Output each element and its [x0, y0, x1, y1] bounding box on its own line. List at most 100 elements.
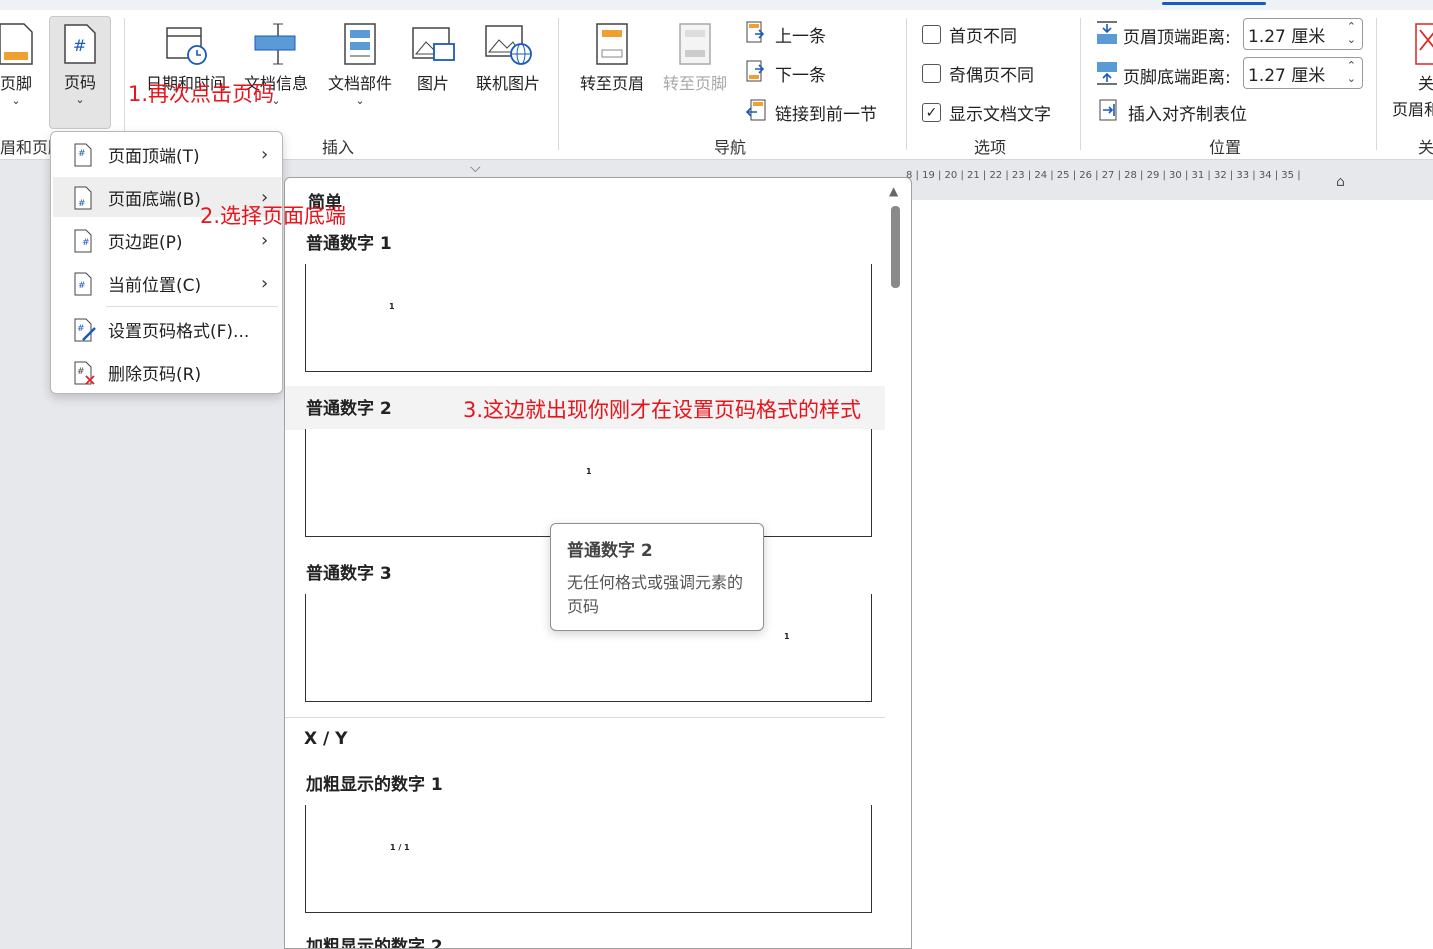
gallery-section-divider [285, 717, 885, 718]
preview-page-number: 1 [784, 632, 790, 641]
diff-odd-even-checkbox[interactable] [922, 64, 941, 83]
active-tab-indicator [1162, 2, 1266, 5]
document-page[interactable] [912, 200, 1433, 949]
goto-header-label: 转至页眉 [579, 74, 644, 93]
show-doc-text-label: 显示文档文字 [949, 105, 1051, 125]
menu-item-label: 页面顶端(T) [108, 146, 200, 167]
group-separator [1080, 18, 1081, 150]
close-label-line2: 页眉和 [1392, 100, 1433, 119]
menu-item-remove-page-numbers[interactable]: # 删除页码(R) [53, 352, 281, 392]
current-position-number-icon: # [73, 272, 93, 301]
goto-header-button[interactable]: 转至页眉 [572, 22, 652, 94]
svg-text:#: # [82, 238, 90, 248]
menu-item-top-of-page[interactable]: # 页面顶端(T) › [53, 134, 281, 174]
insert-group-label: 插入 [322, 138, 355, 157]
doc-parts-icon [320, 22, 400, 70]
show-doc-text-checkbox[interactable]: ✓ [922, 103, 941, 122]
diff-first-page-option[interactable]: 首页不同 [922, 22, 1017, 47]
svg-text:#: # [73, 36, 86, 55]
next-button[interactable]: 下一条 [745, 59, 826, 88]
ruler-indent-marker[interactable]: ⌵ [470, 160, 481, 176]
chevron-down-icon: ⌄ [355, 94, 365, 107]
doc-parts-button[interactable]: 文档部件 ⌄ [320, 22, 400, 107]
menu-item-label: 页边距(P) [108, 232, 183, 253]
chevron-right-icon: › [261, 143, 269, 165]
menu-item-current-position[interactable]: # 当前位置(C) › [53, 263, 281, 303]
diff-odd-even-option[interactable]: 奇偶页不同 [922, 61, 1034, 86]
menu-item-label: 删除页码(R) [108, 364, 202, 385]
footer-bottom-spinner[interactable]: 1.27 厘米 ⌃ ⌄ [1243, 57, 1363, 89]
chevron-down-icon: ⌄ [75, 93, 85, 106]
header-top-label: 页眉顶端距离: [1123, 28, 1231, 48]
ruler-tab-marker[interactable]: ⌂ [1336, 174, 1345, 190]
spinner-arrows-icon[interactable]: ⌃ ⌄ [1347, 20, 1356, 46]
next-icon [745, 59, 767, 88]
footer-bottom-value[interactable]: 1.27 厘米 [1248, 61, 1325, 86]
group-separator [1376, 18, 1377, 150]
link-previous-icon [745, 98, 767, 127]
menu-item-label: 页面底端(B) [108, 189, 201, 210]
header-top-distance-row: 页眉顶端距离: [1095, 20, 1231, 51]
options-group-label: 选项 [974, 138, 1007, 157]
page-number-button[interactable]: # 页码 ⌄ [49, 16, 111, 129]
page-number-menu: # 页面顶端(T) › # 页面底端(B) › # 页边距(P) › # 当前位… [50, 131, 283, 394]
menu-item-label: 当前位置(C) [108, 275, 202, 296]
scrollbar-thumb[interactable] [891, 206, 900, 288]
annotation-step-2: 2.选择页面底端 [200, 204, 347, 228]
annotation-step-3: 3.这边就出现你刚才在设置页码格式的样式 [463, 398, 862, 422]
horizontal-ruler[interactable]: 8 | 19 | 20 | 21 | 22 | 23 | 24 | 25 | 2… [906, 170, 1433, 190]
svg-text:#: # [77, 324, 85, 334]
previous-button[interactable]: 上一条 [745, 20, 826, 49]
footer-button[interactable]: 页脚 ⌄ [0, 22, 38, 107]
annotation-step-1: 1.再次点击页码 [128, 82, 275, 106]
format-page-number-icon: # [73, 318, 97, 347]
preview-page-number: 1 [389, 302, 395, 311]
remove-page-number-icon: # [73, 361, 97, 390]
online-picture-button[interactable]: 联机图片 [468, 22, 548, 94]
gallery-item-title: 加粗显示的数字 1 [306, 775, 443, 795]
svg-text:#: # [78, 199, 86, 209]
goto-header-icon [572, 22, 652, 70]
page-bottom-number-icon: # [73, 186, 93, 215]
gallery-item-plain-number-2[interactable]: 1 [305, 429, 872, 537]
gallery-scrollbar[interactable]: ▲ [888, 182, 902, 942]
picture-label: 图片 [416, 74, 449, 93]
header-top-spinner[interactable]: 1.27 厘米 ⌃ ⌄ [1243, 18, 1363, 50]
picture-button[interactable]: 图片 [404, 22, 462, 94]
previous-icon [745, 20, 767, 49]
insert-align-tab-label: 插入对齐制表位 [1128, 105, 1247, 125]
gallery-item-bold-number-1[interactable]: 1 / 1 [305, 805, 872, 913]
gallery-item-plain-number-1[interactable]: 1 [305, 264, 872, 372]
ruler-ticks: 8 | 19 | 20 | 21 | 22 | 23 | 24 | 25 | 2… [906, 170, 1301, 181]
online-picture-label: 联机图片 [475, 74, 540, 93]
gallery-item-title: 普通数字 1 [306, 234, 392, 254]
svg-text:#: # [78, 281, 86, 291]
tooltip-title: 普通数字 2 [567, 541, 653, 561]
page-number-label: 页码 [63, 73, 96, 92]
header-top-value[interactable]: 1.27 厘米 [1248, 22, 1325, 47]
insert-align-tab-button[interactable]: 插入对齐制表位 [1098, 98, 1247, 127]
chevron-right-icon: › [261, 272, 269, 294]
align-tab-icon [1098, 98, 1120, 127]
footer-icon [0, 22, 38, 70]
gallery-section-xy: X / Y [304, 729, 348, 749]
gallery-item-title: 加粗显示的数字 2 [306, 937, 443, 949]
show-doc-text-option[interactable]: ✓ 显示文档文字 [922, 100, 1051, 125]
gallery-item-title: 普通数字 2 [306, 399, 392, 419]
close-group-label: 关 [1418, 138, 1433, 157]
close-icon [1414, 22, 1433, 70]
page-number-icon: # [50, 23, 110, 69]
menu-item-format-page-numbers[interactable]: # 设置页码格式(F)... [53, 309, 281, 349]
diff-first-page-checkbox[interactable] [922, 25, 941, 44]
close-header-footer-button[interactable]: 关 页眉和 [1388, 22, 1433, 120]
svg-text:#: # [77, 367, 85, 377]
scroll-up-arrow-icon[interactable]: ▲ [889, 184, 898, 198]
footer-bottom-distance-row: 页脚底端距离: [1095, 60, 1231, 91]
link-previous-button[interactable]: 链接到前一节 [745, 98, 877, 127]
header-top-icon [1095, 20, 1119, 51]
spinner-arrows-icon[interactable]: ⌃ ⌄ [1347, 59, 1356, 85]
menu-item-label: 设置页码格式(F)... [108, 321, 250, 342]
goto-footer-button[interactable]: 转至页脚 [655, 22, 735, 94]
page-top-number-icon: # [73, 143, 93, 172]
preview-page-number: 1 [586, 467, 592, 476]
